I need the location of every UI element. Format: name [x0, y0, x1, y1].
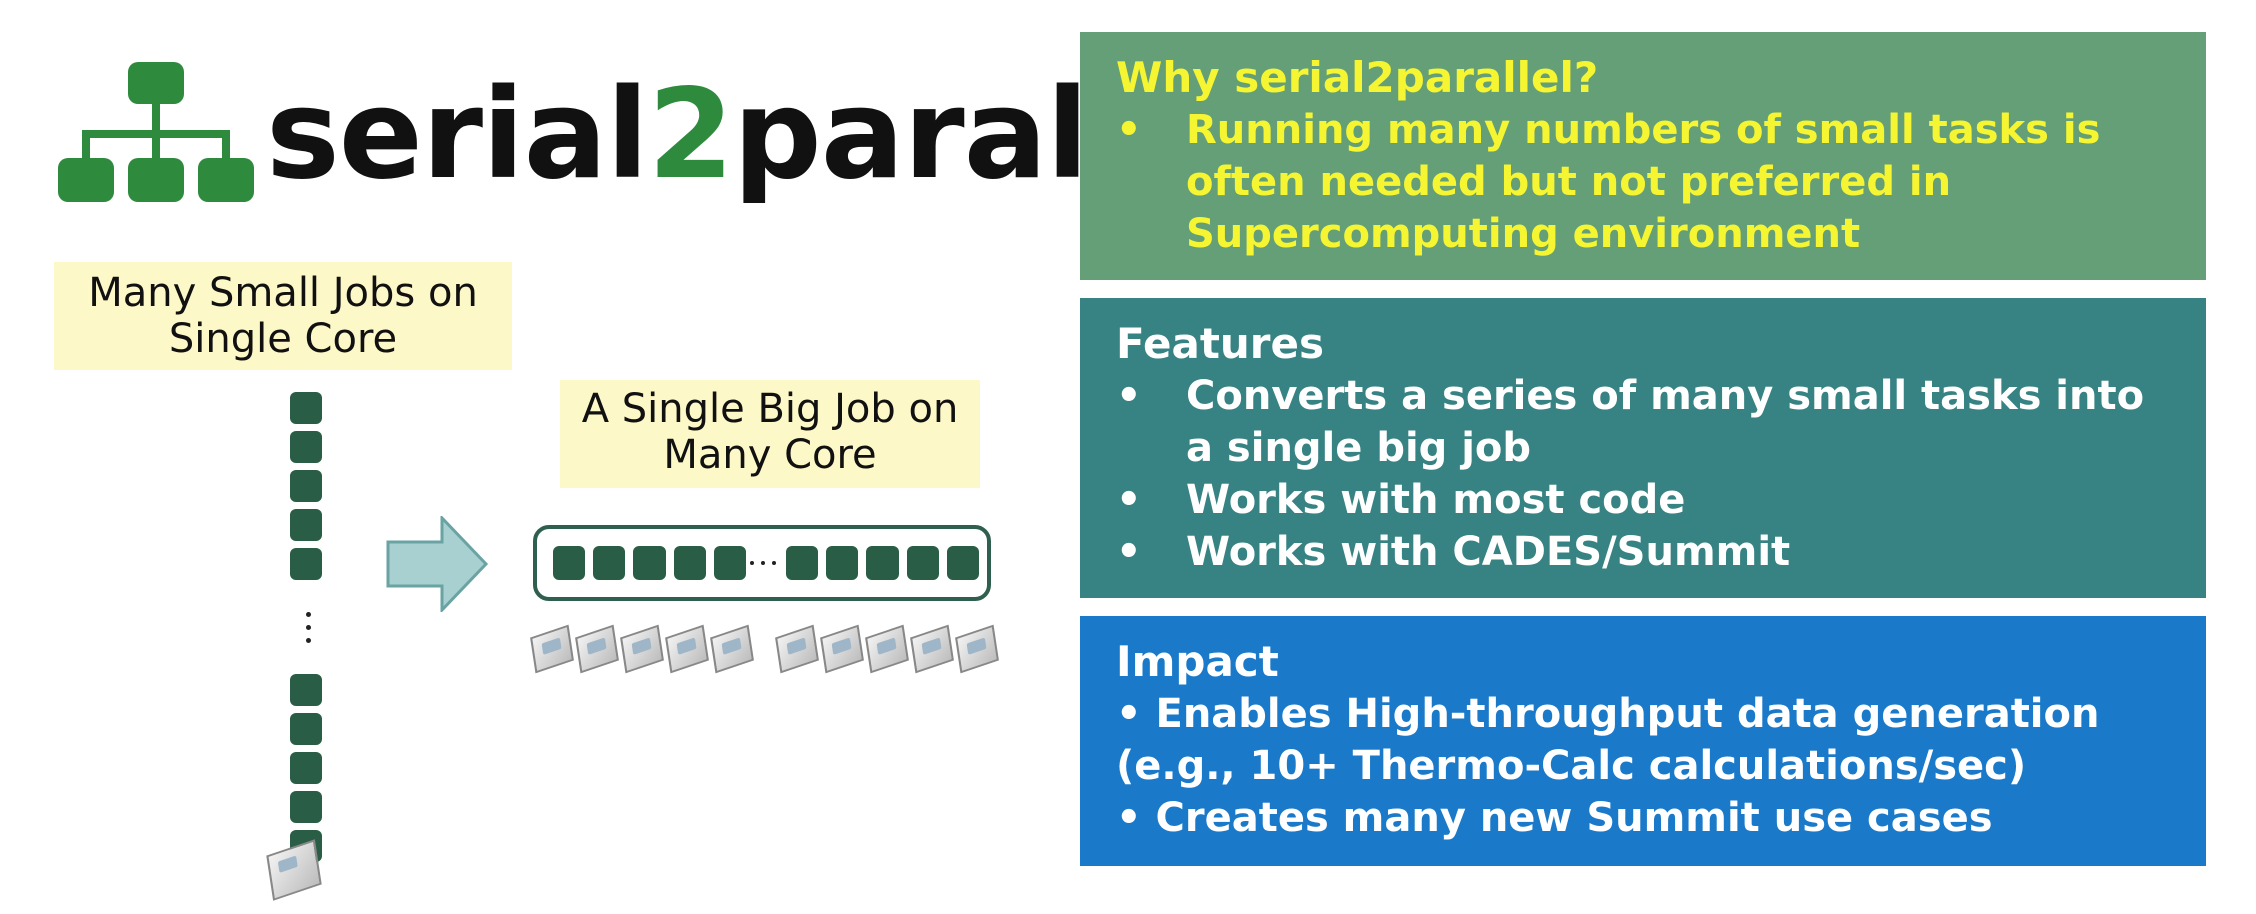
many-small-jobs-label: Many Small Jobs on Single Core [54, 262, 512, 370]
job-block [713, 546, 747, 580]
cpu-chip-icon [710, 624, 754, 674]
hierarchy-icon [58, 62, 254, 202]
feature-item: Converts a series of many small tasks in… [1116, 370, 2170, 474]
cpu-chip-icon [620, 624, 664, 674]
why-title: Why serial2parallel? [1116, 53, 1599, 102]
why-panel: Why serial2parallel? Running many number… [1080, 32, 2206, 280]
job-block [290, 752, 322, 784]
job-block [946, 546, 980, 580]
cpu-chip-row [530, 624, 1003, 674]
job-block [906, 546, 939, 580]
big-job-container [533, 525, 991, 601]
job-block [673, 546, 706, 580]
job-block [786, 546, 819, 580]
feature-item: Works with CADES/Summit [1116, 526, 2170, 578]
serial2parallel-logo: serial2parallel [56, 60, 1255, 210]
job-block [593, 546, 626, 580]
cpu-chip-icon [820, 624, 864, 674]
job-block [290, 548, 322, 580]
job-block [826, 546, 859, 580]
features-title: Features [1116, 319, 1324, 368]
impact-item: • Enables High-throughput data generatio… [1116, 691, 2100, 789]
job-block [290, 470, 322, 502]
cpu-chip-icon [575, 624, 619, 674]
feature-item: Works with most code [1116, 474, 2170, 526]
ellipsis [290, 587, 326, 667]
job-block [290, 713, 322, 745]
cpu-chip-icon [266, 839, 322, 901]
cpu-chip-icon [910, 624, 954, 674]
features-panel: Features Converts a series of many small… [1080, 298, 2206, 598]
why-item: Running many numbers of small tasks is o… [1116, 104, 2170, 260]
ellipsis [750, 561, 777, 565]
impact-panel: Impact • Enables High-throughput data ge… [1080, 616, 2206, 866]
job-block [553, 546, 586, 580]
single-big-job-label: A Single Big Job on Many Core [560, 380, 980, 488]
job-block [290, 431, 322, 463]
job-block [290, 392, 322, 424]
small-jobs-column [290, 392, 326, 869]
job-block [633, 546, 666, 580]
job-block [866, 546, 899, 580]
job-block [290, 674, 322, 706]
impact-title: Impact [1116, 637, 1279, 686]
job-block [290, 509, 322, 541]
job-block [290, 791, 322, 823]
cpu-chip-icon [775, 624, 819, 674]
right-arrow-icon [386, 516, 489, 612]
cpu-chip-icon [865, 624, 909, 674]
cpu-chip-icon [955, 624, 999, 674]
cpu-chip-icon [665, 624, 709, 674]
impact-item: • Creates many new Summit use cases [1116, 795, 1993, 841]
cpu-chip-icon [530, 624, 574, 674]
